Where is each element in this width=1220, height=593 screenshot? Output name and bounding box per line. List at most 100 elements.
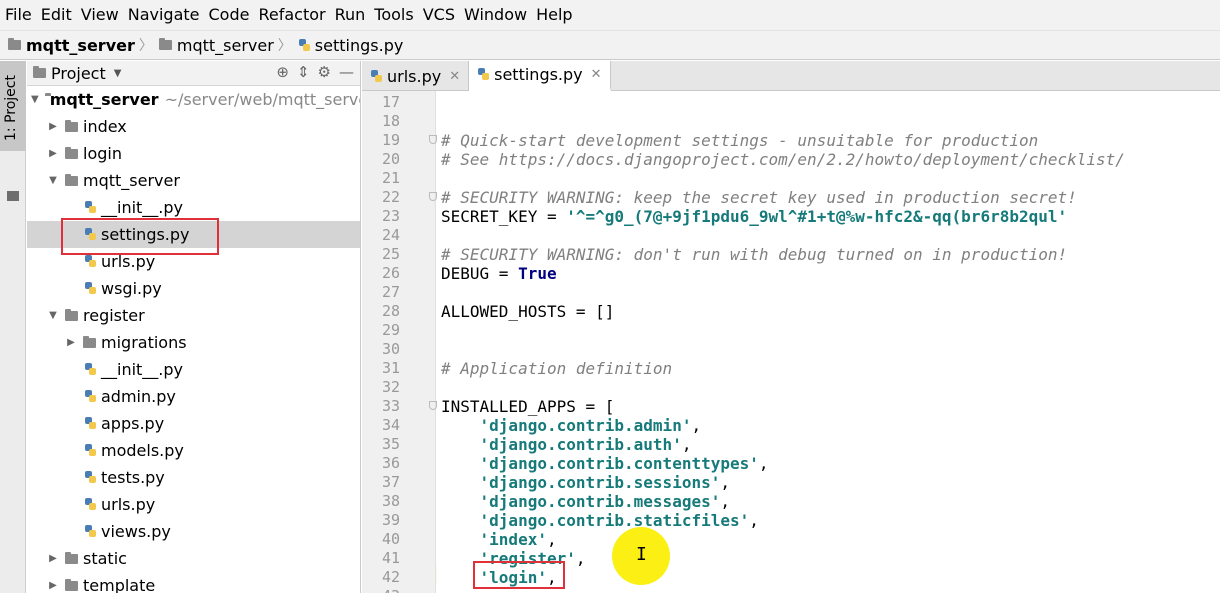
code-line-35: 'django.contrib.auth', xyxy=(479,435,692,454)
line-number: 21 xyxy=(381,169,400,187)
python-file-icon xyxy=(84,417,97,430)
menu-code[interactable]: Code xyxy=(204,0,254,30)
tree-item-models[interactable]: models.py xyxy=(27,437,360,464)
close-icon[interactable]: ✕ xyxy=(591,67,602,82)
minimize-icon[interactable]: — xyxy=(339,63,354,81)
chevron-right-icon[interactable]: ▶ xyxy=(47,580,59,591)
code-line-39: 'django.contrib.staticfiles', xyxy=(479,511,759,530)
menu-file[interactable]: File xyxy=(0,0,36,30)
code-line-26: DEBUG = True xyxy=(441,264,557,283)
chevron-right-icon[interactable]: ▶ xyxy=(47,121,59,132)
tree-item-admin[interactable]: admin.py xyxy=(27,383,360,410)
highlight-annotation xyxy=(61,218,219,255)
locate-icon[interactable]: ⊕ xyxy=(276,63,289,81)
chevron-down-icon[interactable]: ▼ xyxy=(31,94,39,105)
line-number: 30 xyxy=(381,340,400,358)
fold-icon[interactable] xyxy=(429,192,437,201)
menu-view[interactable]: View xyxy=(76,0,123,30)
collapse-all-icon[interactable]: ⇕ xyxy=(297,63,310,81)
project-panel-header: Project ▼ ⊕ ⇕ ⚙ — xyxy=(27,61,360,86)
menu-tools[interactable]: Tools xyxy=(369,0,417,30)
code-editor[interactable]: # Quick-start development settings - uns… xyxy=(437,91,1220,593)
line-number: 31 xyxy=(381,359,400,377)
python-file-icon xyxy=(84,525,97,538)
menu-bar: File Edit View Navigate Code Refactor Ru… xyxy=(0,0,1220,30)
folder-icon xyxy=(65,308,78,321)
code-line-25: # SECURITY WARNING: don't run with debug… xyxy=(441,245,1068,264)
folder-icon xyxy=(7,191,19,201)
project-panel-title[interactable]: Project xyxy=(51,64,106,83)
menu-edit[interactable]: Edit xyxy=(36,0,76,30)
code-line-36: 'django.contrib.contenttypes', xyxy=(479,454,769,473)
tree-item-index[interactable]: ▶ index xyxy=(27,113,360,140)
fold-icon[interactable] xyxy=(429,401,437,410)
chevron-right-icon: 〉 xyxy=(138,38,153,54)
code-line-37: 'django.contrib.sessions', xyxy=(479,473,730,492)
line-number: 40 xyxy=(381,530,400,548)
tree-item-migrations[interactable]: ▶ migrations xyxy=(27,329,360,356)
line-number: 23 xyxy=(381,207,400,225)
line-number: 39 xyxy=(381,511,400,529)
editor-tabs: urls.py ✕ settings.py ✕ xyxy=(362,61,1220,91)
tree-item-register-init[interactable]: __init__.py xyxy=(27,356,360,383)
chevron-right-icon[interactable]: ▶ xyxy=(65,337,77,348)
gear-icon[interactable]: ⚙ xyxy=(318,63,331,81)
code-line-34: 'django.contrib.admin', xyxy=(479,416,702,435)
tree-item-template[interactable]: ▶ template xyxy=(27,572,360,593)
breadcrumb-project[interactable]: mqtt_server xyxy=(8,36,135,55)
chevron-right-icon: 〉 xyxy=(277,38,292,54)
chevron-right-icon[interactable]: ▶ xyxy=(47,148,59,159)
menu-refactor[interactable]: Refactor xyxy=(253,0,329,30)
tree-root[interactable]: ▼ mqtt_server ~/server/web/mqtt_server xyxy=(27,86,360,113)
tree-item-wsgi[interactable]: wsgi.py xyxy=(27,275,360,302)
folder-icon xyxy=(65,551,78,564)
folder-icon xyxy=(83,335,96,348)
tree-item-tests[interactable]: tests.py xyxy=(27,464,360,491)
project-tool-tab[interactable]: 1: Project xyxy=(0,61,26,151)
chevron-down-icon[interactable]: ▼ xyxy=(47,310,59,321)
line-number: 38 xyxy=(381,492,400,510)
code-line-28: ALLOWED_HOSTS = [] xyxy=(441,302,615,321)
close-icon[interactable]: ✕ xyxy=(449,69,460,84)
line-number: 29 xyxy=(381,321,400,339)
line-number: 43 xyxy=(362,587,400,593)
tree-item-register-urls[interactable]: urls.py xyxy=(27,491,360,518)
folder-icon xyxy=(65,173,78,186)
chevron-right-icon[interactable]: ▶ xyxy=(47,553,59,564)
folder-icon xyxy=(33,66,46,78)
fold-icon[interactable] xyxy=(429,135,437,144)
tree-item-register[interactable]: ▼ register xyxy=(27,302,360,329)
code-line-33: INSTALLED_APPS = [ xyxy=(441,397,615,416)
python-file-icon xyxy=(84,201,97,214)
tree-item-init[interactable]: __init__.py xyxy=(27,194,360,221)
editor-gutter: 17 18 19 20 21 22 23 24 25 26 27 28 29 3… xyxy=(362,91,460,593)
python-file-icon xyxy=(84,471,97,484)
menu-help[interactable]: Help xyxy=(531,0,576,30)
line-number: 28 xyxy=(381,302,400,320)
python-file-icon xyxy=(298,38,311,52)
tree-item-login[interactable]: ▶ login xyxy=(27,140,360,167)
project-panel-tools: ⊕ ⇕ ⚙ — xyxy=(276,63,354,81)
line-number: 35 xyxy=(381,435,400,453)
folder-icon xyxy=(65,119,78,132)
breadcrumb-package[interactable]: mqtt_server xyxy=(158,36,274,55)
python-file-icon xyxy=(84,282,97,295)
tree-item-mqtt-server[interactable]: ▼ mqtt_server xyxy=(27,167,360,194)
line-number: 32 xyxy=(381,378,400,396)
line-number: 18 xyxy=(381,112,400,130)
menu-navigate[interactable]: Navigate xyxy=(123,0,204,30)
menu-vcs[interactable]: VCS xyxy=(418,0,459,30)
tree-item-static[interactable]: ▶ static xyxy=(27,545,360,572)
folder-icon xyxy=(8,38,21,50)
line-number: 26 xyxy=(381,264,400,282)
breadcrumb-file[interactable]: settings.py xyxy=(298,36,403,55)
python-file-icon xyxy=(84,363,97,376)
chevron-down-icon[interactable]: ▼ xyxy=(47,175,59,186)
tree-item-apps[interactable]: apps.py xyxy=(27,410,360,437)
menu-run[interactable]: Run xyxy=(330,0,370,30)
tab-urls[interactable]: urls.py ✕ xyxy=(362,61,470,91)
chevron-down-icon[interactable]: ▼ xyxy=(114,68,122,79)
tree-item-views[interactable]: views.py xyxy=(27,518,360,545)
tab-settings[interactable]: settings.py ✕ xyxy=(469,61,611,91)
menu-window[interactable]: Window xyxy=(459,0,531,30)
